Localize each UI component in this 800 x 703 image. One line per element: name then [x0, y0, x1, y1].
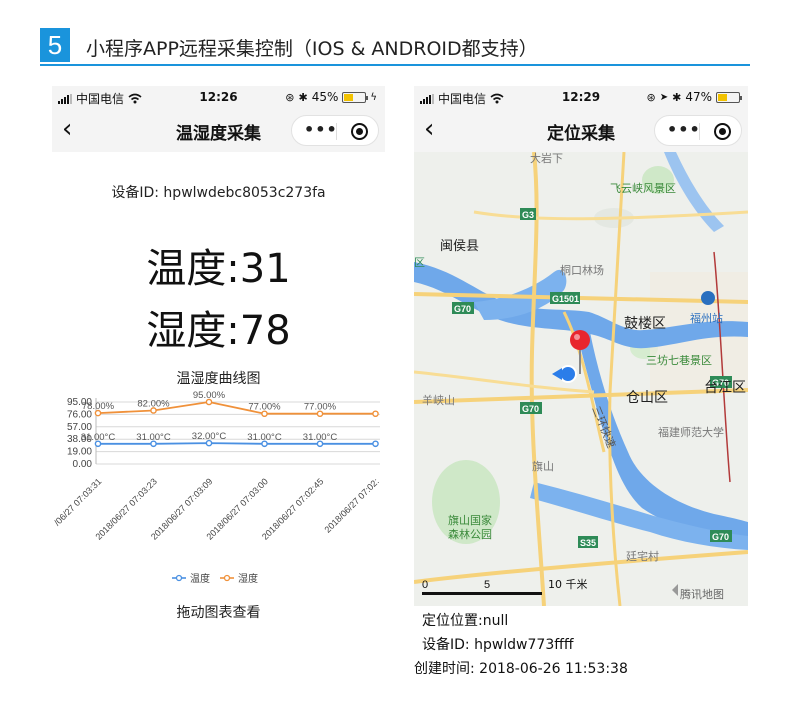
- data-label: 31.00°C: [136, 432, 171, 443]
- section-number: 5: [40, 28, 70, 62]
- scale-label: 5: [484, 579, 490, 591]
- section-header: 5 小程序APP远程采集控制（IOS & ANDROID都支持）: [40, 28, 750, 68]
- scale-label: 0: [422, 579, 428, 591]
- drag-hint: 拖动图表查看: [176, 605, 261, 621]
- map-label: 旗山: [532, 459, 554, 473]
- more-icon[interactable]: •••: [667, 120, 701, 139]
- station-icon: [701, 291, 715, 305]
- data-label: 32.00°C: [192, 431, 227, 442]
- data-label: 78.00%: [82, 401, 115, 412]
- map-label: 区: [414, 256, 425, 269]
- data-label: 95.00%: [193, 390, 226, 401]
- nav-bar: ‹ 定位采集 •••: [414, 108, 748, 152]
- temp-humidity-chart[interactable]: 95.0076.0057.0038.0019.000.0031.00°C 31.0…: [52, 386, 385, 596]
- x-tick-label: 2018/06/27 07:02:: [323, 476, 381, 534]
- lock-rotation-icon: ⊛: [285, 90, 295, 104]
- miniprogram-capsule: •••: [291, 115, 379, 146]
- bluetooth-icon: ✱: [672, 90, 682, 104]
- map-label: 闽侯县: [440, 239, 479, 254]
- x-tick-label: 2018/06/27 07:02:45: [260, 476, 325, 541]
- map-label: 森林公园: [448, 527, 492, 541]
- data-point: [372, 440, 379, 448]
- map-label: 廷宅村: [626, 549, 659, 563]
- highway-shield: G1501: [552, 294, 579, 304]
- current-location-icon: [559, 365, 577, 383]
- x-tick-label: 2018/06/27 07:03:23: [93, 476, 158, 541]
- highway-shield: S35: [580, 538, 596, 548]
- section-divider: [40, 64, 750, 66]
- status-bar: 中国电信 12:26 ⊛ ✱ 45% ϟ: [52, 86, 385, 108]
- charging-icon: ϟ: [370, 91, 377, 103]
- battery-icon: [342, 91, 369, 103]
- data-label: 31.00°C: [81, 432, 116, 443]
- location-text: 定位位置:null: [422, 613, 509, 629]
- close-target-icon[interactable]: [351, 123, 368, 140]
- map-label: 仓山区: [626, 390, 668, 406]
- highway-shield: G70: [522, 404, 539, 414]
- humidity-reading: 湿度:78: [146, 308, 291, 354]
- map-label: 台江区: [704, 380, 746, 396]
- device-id: 设备ID: hpwlwdebc8053c273fa: [111, 185, 326, 201]
- map-label: 福州站: [690, 311, 723, 325]
- series-line-temperature: [98, 442, 376, 445]
- battery-percent: 47%: [685, 90, 712, 104]
- battery-percent: 45%: [311, 90, 339, 104]
- chart-title: 温湿度曲线图: [176, 371, 261, 387]
- section-title: 小程序APP远程采集控制（IOS & ANDROID都支持）: [86, 38, 538, 60]
- highway-shield: G70: [712, 532, 729, 542]
- data-label: 77.00%: [304, 402, 337, 413]
- phone-temperature-humidity: 中国电信 12:26 ⊛ ✱ 45% ϟ ‹ 温湿度采集 ••• 设备ID: h…: [52, 86, 385, 686]
- map-label: 大岩下: [530, 152, 563, 165]
- data-label: 31.00°C: [247, 432, 282, 443]
- data-label: 31.00°C: [303, 432, 338, 443]
- scale-label: 10 千米: [548, 578, 588, 591]
- legend-marker: [223, 574, 231, 582]
- lock-rotation-icon: ⊛: [646, 90, 656, 104]
- close-target-icon[interactable]: [714, 123, 731, 140]
- device-id: 设备ID: hpwldw773ffff: [422, 637, 574, 653]
- capsule-divider: [336, 123, 337, 140]
- map-label: 桐口林场: [560, 263, 604, 277]
- created-time: 创建时间: 2018-06-26 11:53:38: [414, 661, 628, 677]
- legend-label: 温度: [190, 572, 210, 585]
- y-tick-label: 19.00: [67, 447, 92, 458]
- location-pin-icon[interactable]: [570, 330, 590, 350]
- x-tick-label: 2018/06/27 07:03:09: [149, 476, 214, 541]
- data-label: 77.00%: [248, 402, 281, 413]
- battery-icon: [716, 91, 742, 103]
- location-arrow-icon: ➤: [659, 91, 669, 103]
- scale-bar: [422, 592, 542, 595]
- temperature-reading: 温度:31: [146, 246, 291, 292]
- phone-location: 中国电信 12:29 ⊛ ➤ ✱ 47% ‹ 定位采集 ••• G3 G1501…: [414, 86, 748, 686]
- map-canvas[interactable]: G3 G1501 G70 G70 G70 S35 G70 大岩下 飞云峡风景区 …: [414, 152, 748, 606]
- nav-bar: ‹ 温湿度采集 •••: [52, 108, 385, 152]
- miniprogram-capsule: •••: [654, 115, 742, 146]
- highway-shield: G3: [522, 210, 534, 220]
- capsule-divider: [699, 123, 700, 140]
- status-bar: 中国电信 12:29 ⊛ ➤ ✱ 47%: [414, 86, 748, 108]
- bluetooth-icon: ✱: [298, 90, 308, 104]
- data-label: 82.00%: [137, 398, 170, 409]
- more-icon[interactable]: •••: [304, 120, 338, 139]
- map-label: 旗山国家: [448, 513, 492, 527]
- map-provider: 腾讯地图: [680, 587, 724, 601]
- legend-marker: [175, 574, 183, 582]
- x-tick-label: 2018/06/27 07:03:00: [204, 476, 269, 541]
- map-label: 鼓楼区: [624, 316, 666, 332]
- map-label: 羊峡山: [422, 393, 455, 407]
- map-label: 福建师范大学: [658, 425, 724, 439]
- legend-label: 湿度: [238, 572, 258, 585]
- data-point: [372, 410, 379, 418]
- map-view[interactable]: G3 G1501 G70 G70 G70 S35 G70 大岩下 飞云峡风景区 …: [414, 152, 748, 606]
- map-label: 三坊七巷景区: [646, 353, 712, 367]
- x-tick-label: /06/27 07:03:31: [52, 476, 103, 527]
- y-tick-label: 0.00: [73, 459, 93, 470]
- highway-shield: G70: [454, 304, 471, 314]
- map-label: 飞云峡风景区: [610, 181, 676, 195]
